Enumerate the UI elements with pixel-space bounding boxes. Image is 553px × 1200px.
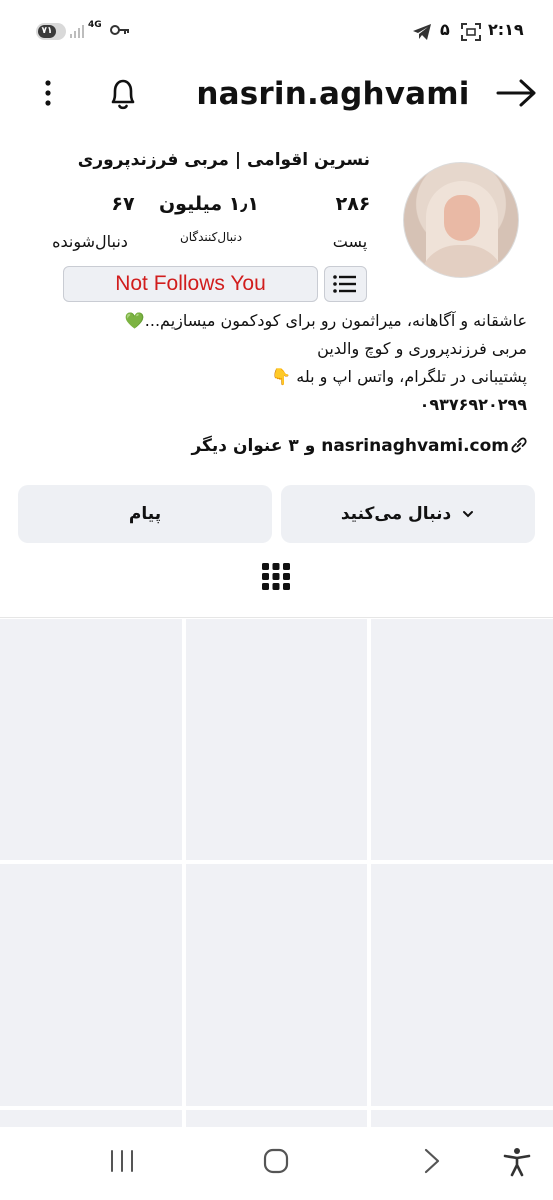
post-tile[interactable]	[0, 1110, 182, 1128]
key-icon	[110, 25, 129, 35]
telegram-icon	[413, 24, 431, 40]
posts-label: پست	[332, 232, 368, 251]
network-type: 4G	[88, 20, 102, 30]
bio-line: مربی فرزندپروری و کوچ والدین	[317, 339, 527, 358]
post-tile[interactable]	[371, 619, 553, 860]
battery-level: ٧١	[38, 25, 56, 38]
more-options-icon[interactable]	[38, 80, 58, 106]
followers-count[interactable]: ۱٫۱ میلیون	[150, 190, 268, 218]
home-icon[interactable]	[262, 1147, 290, 1175]
list-menu-button[interactable]	[324, 266, 367, 302]
battery-indicator: ٧١	[36, 23, 66, 40]
posts-count[interactable]: ۲۸۶	[318, 190, 388, 218]
followers-label: دنبال‌کنندگان	[179, 230, 243, 244]
post-tile[interactable]	[186, 619, 367, 860]
profile-avatar[interactable]	[403, 162, 519, 278]
following-button-label: دنبال می‌کنید	[340, 504, 452, 524]
back-arrow-icon[interactable]	[494, 77, 538, 109]
bio-phone[interactable]: ۰۹۳۷۶۹۲۰۲۹۹	[420, 392, 527, 418]
recent-apps-icon[interactable]	[108, 1147, 136, 1175]
post-tile[interactable]	[371, 864, 553, 1106]
bio-line: عاشقانه و آگاهانه، میراثمون رو برای کودک…	[124, 311, 527, 330]
following-button[interactable]: دنبال می‌کنید	[281, 485, 535, 543]
back-icon[interactable]	[418, 1147, 446, 1175]
bio-line: پشتیبانی در تلگرام، واتس اپ و بله 👇	[271, 367, 527, 386]
link-url[interactable]: nasrinaghvami.com	[321, 436, 509, 456]
avatar-face	[444, 195, 480, 241]
post-tile[interactable]	[186, 864, 367, 1106]
bell-icon[interactable]	[104, 75, 142, 113]
following-count[interactable]: ۶۷	[88, 190, 158, 218]
posts-grid	[0, 617, 553, 1128]
profile-links[interactable]: nasrinaghvami.com و ۳ عنوان دیگر	[191, 432, 529, 460]
following-label: دنبال‌شونده	[52, 232, 128, 251]
message-button-label: پیام	[128, 504, 162, 524]
not-follows-you-badge: Not Follows You	[63, 266, 318, 302]
chevron-down-icon	[463, 511, 474, 518]
link-icon	[511, 437, 527, 453]
signal-icon	[70, 25, 84, 38]
clock: ۲:۱۹	[488, 20, 524, 39]
status-bar: ٧١ 4G ۵ ۲:۱۹	[0, 0, 553, 62]
accessibility-icon[interactable]	[502, 1147, 532, 1177]
profile-username: nasrin.aghvami	[196, 76, 470, 112]
grid-tab-icon[interactable]	[261, 562, 291, 598]
post-tile[interactable]	[186, 1110, 367, 1128]
post-tile[interactable]	[0, 864, 182, 1106]
post-tile[interactable]	[371, 1110, 553, 1128]
message-button[interactable]: پیام	[18, 485, 272, 543]
profile-full-name: نسرین اقوامی | مربی فرزندپروری	[77, 150, 370, 170]
notification-count: ۵	[440, 20, 450, 39]
screenshot-icon	[461, 23, 481, 41]
post-tile[interactable]	[0, 619, 182, 860]
list-icon	[333, 275, 356, 293]
link-more[interactable]: و ۳ عنوان دیگر	[191, 436, 315, 456]
system-nav-bar	[0, 1127, 553, 1200]
